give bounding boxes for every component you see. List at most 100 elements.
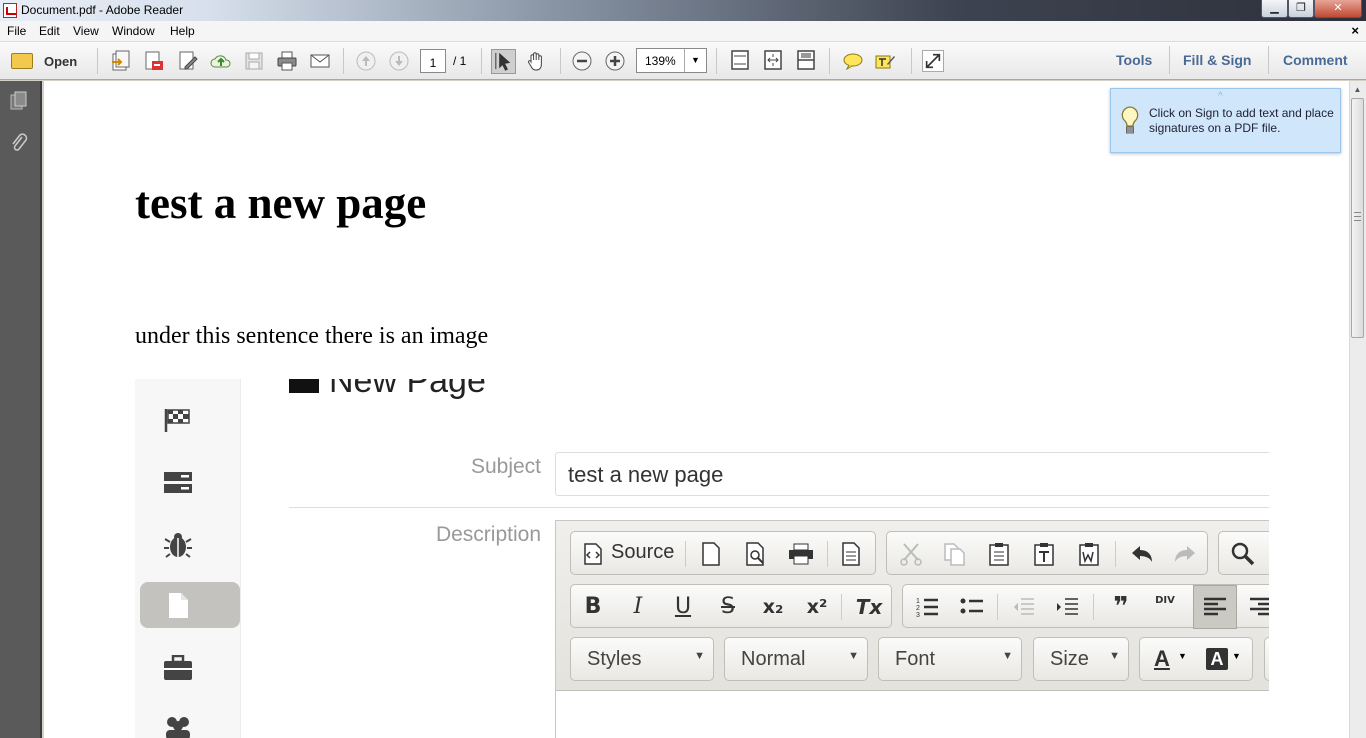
- format-combo-label: Normal: [741, 648, 806, 670]
- editor-separator: [1093, 594, 1094, 620]
- zoom-value: 139%: [645, 54, 676, 68]
- underline-button: U: [674, 594, 692, 619]
- next-page-icon[interactable]: [388, 50, 410, 72]
- background-color-button: A: [1206, 648, 1228, 670]
- editor-group-more: [1264, 637, 1269, 681]
- svg-text:1: 1: [916, 598, 920, 605]
- scrollbar-grip: [1354, 212, 1361, 221]
- paste-from-word-icon: [1079, 543, 1099, 566]
- image-page-heading: New Page: [329, 379, 486, 400]
- briefcase-icon: [164, 655, 192, 680]
- create-pdf-icon[interactable]: [110, 50, 132, 72]
- outdent-icon: [1014, 598, 1034, 615]
- menu-help[interactable]: Help: [170, 24, 195, 38]
- toolbar-separator: [716, 48, 717, 74]
- export-pdf-icon[interactable]: [143, 50, 165, 72]
- sticky-note-icon[interactable]: [842, 50, 864, 72]
- editor-group-find: [1218, 531, 1269, 575]
- comment-pane-link[interactable]: Comment: [1283, 52, 1348, 68]
- email-icon[interactable]: [309, 50, 331, 72]
- subscript-button: x₂: [762, 596, 784, 618]
- editor-group-clipboard: [886, 531, 1208, 575]
- blockquote-button: ❞: [1113, 592, 1129, 622]
- fit-page-icon[interactable]: [729, 49, 751, 71]
- source-icon: [584, 543, 602, 565]
- styles-combo-label: Styles: [587, 648, 642, 670]
- color-group: A ▼ A ▼: [1139, 637, 1253, 681]
- undo-icon: [1132, 546, 1152, 562]
- indent-icon: [1057, 598, 1078, 615]
- search-icon: [1231, 542, 1255, 566]
- menu-edit[interactable]: Edit: [39, 24, 60, 38]
- menu-file[interactable]: File: [7, 24, 26, 38]
- bug-icon: [164, 533, 192, 558]
- maximize-button[interactable]: ❐: [1288, 0, 1314, 18]
- chevron-down-icon: ▼: [1178, 651, 1187, 661]
- minimize-button[interactable]: ▁: [1261, 0, 1288, 18]
- full-screen-icon[interactable]: [922, 50, 944, 72]
- hand-tool-icon[interactable]: [525, 50, 547, 72]
- source-button-label: Source: [611, 541, 675, 563]
- open-button[interactable]: Open: [6, 49, 86, 73]
- upload-cloud-icon[interactable]: [210, 50, 232, 72]
- bulleted-list-icon: [960, 598, 983, 614]
- window-title: Document.pdf - Adobe Reader: [21, 3, 184, 17]
- redo-icon: [1175, 546, 1195, 562]
- open-button-label: Open: [44, 54, 78, 69]
- bold-button: B: [584, 594, 602, 619]
- page-number-input[interactable]: [420, 49, 446, 73]
- chevron-down-icon[interactable]: ▼: [684, 49, 706, 72]
- numbered-list-icon: 123: [916, 598, 938, 618]
- toolbar-separator: [1169, 46, 1170, 74]
- styles-combo: Styles ▼: [570, 637, 714, 681]
- new-page-icon: [702, 542, 720, 566]
- menu-view[interactable]: View: [73, 24, 99, 38]
- tools-pane-link[interactable]: Tools: [1116, 52, 1152, 68]
- editor-separator: [685, 541, 686, 567]
- scroll-mode-icon[interactable]: [795, 49, 817, 71]
- create-div-button: DIV: [1155, 595, 1175, 606]
- description-label: Description: [435, 523, 541, 546]
- size-combo-label: Size: [1050, 648, 1089, 670]
- print-icon[interactable]: [276, 50, 298, 72]
- select-tool-icon[interactable]: [491, 49, 516, 74]
- tooltip-collapse-arrow[interactable]: ^: [1218, 91, 1223, 102]
- previous-page-icon[interactable]: [355, 50, 377, 72]
- editor-separator: [827, 541, 828, 567]
- zoom-select[interactable]: 139% ▼: [636, 48, 707, 73]
- close-document-button[interactable]: ×: [1351, 23, 1359, 38]
- menu-window[interactable]: Window: [112, 24, 155, 38]
- remove-format-button: Tx: [855, 595, 883, 619]
- fit-width-icon[interactable]: [762, 49, 784, 71]
- italic-button: I: [633, 594, 643, 619]
- close-window-button[interactable]: ✕: [1314, 0, 1362, 18]
- scroll-up-arrow[interactable]: ▲: [1349, 82, 1366, 98]
- align-left-icon: [1204, 597, 1226, 616]
- toolbar-separator: [911, 48, 912, 74]
- fill-and-sign-pane-link[interactable]: Fill & Sign: [1183, 52, 1251, 68]
- save-icon[interactable]: [243, 50, 265, 72]
- copy-icon: [944, 543, 965, 566]
- zoom-out-icon[interactable]: [571, 50, 593, 72]
- toolbar-separator: [97, 48, 98, 74]
- editor-group-basicstyles: B I U S x₂ x² Tx: [570, 584, 892, 628]
- divider: [289, 507, 1269, 508]
- attachments-paperclip-icon[interactable]: [10, 132, 28, 154]
- rich-text-editor: Source B I U S x₂ x² Tx 1 2 3 ❞ DIV Styl…: [555, 520, 1269, 738]
- paste-text-icon: [1034, 543, 1054, 566]
- menu-bar: File Edit View Window Help ×: [0, 21, 1366, 42]
- paste-icon: [989, 543, 1009, 566]
- toolbar-separator: [829, 48, 830, 74]
- edit-pdf-icon[interactable]: [177, 50, 199, 72]
- server-icon: [164, 472, 192, 493]
- chevron-down-icon: ▼: [694, 650, 705, 662]
- document-heading: test a new page: [135, 178, 427, 228]
- folder-icon: [11, 53, 33, 69]
- size-combo: Size ▼: [1033, 637, 1129, 681]
- highlight-text-icon[interactable]: [874, 50, 896, 72]
- superscript-button: x²: [806, 596, 828, 618]
- templates-icon: [842, 542, 860, 566]
- align-right-icon: [1250, 597, 1269, 616]
- zoom-in-icon[interactable]: [604, 50, 626, 72]
- page-thumbnails-icon[interactable]: [9, 91, 29, 111]
